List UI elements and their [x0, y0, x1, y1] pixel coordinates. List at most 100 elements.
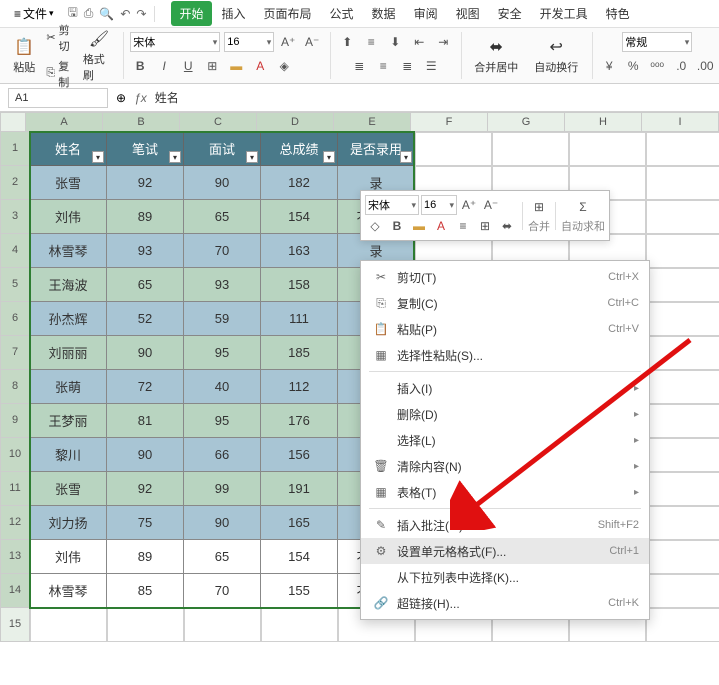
percent-icon[interactable]: %	[623, 56, 643, 76]
context-menu-item[interactable]: 删除(D)▸	[361, 401, 649, 427]
table-cell[interactable]: 张萌	[30, 370, 107, 404]
merge-button[interactable]: ⬌ 合并居中	[468, 37, 524, 75]
copy-button[interactable]: ⎘复制	[44, 57, 78, 91]
col-header[interactable]: C	[180, 112, 257, 132]
style-button[interactable]: ◈	[274, 56, 294, 76]
clear-icon[interactable]: ◇	[365, 216, 385, 236]
filter-dropdown-icon[interactable]: ▾	[323, 151, 335, 163]
empty-cell[interactable]	[646, 234, 719, 268]
empty-cell[interactable]	[569, 132, 646, 166]
shrink-font-icon[interactable]: A⁻	[302, 32, 322, 52]
mini-size-combo[interactable]: 16▾	[421, 195, 457, 215]
zoom-icon[interactable]: ⊕	[116, 91, 126, 105]
tab-layout[interactable]: 页面布局	[256, 1, 320, 26]
align-top-icon[interactable]: ⬆	[337, 32, 357, 52]
table-cell[interactable]: 52	[107, 302, 184, 336]
row-header[interactable]: 11	[0, 472, 30, 506]
context-menu-item[interactable]: ⚙设置单元格格式(F)...Ctrl+1	[361, 538, 649, 564]
empty-cell[interactable]	[646, 132, 719, 166]
border-button[interactable]: ⊞	[202, 56, 222, 76]
empty-cell[interactable]	[646, 506, 719, 540]
table-cell[interactable]: 154	[261, 540, 338, 574]
merge-cells-icon[interactable]: ⊞	[529, 197, 549, 217]
col-header[interactable]: A	[26, 112, 103, 132]
row-header[interactable]: 3	[0, 200, 30, 234]
context-menu-item[interactable]: ✂剪切(T)Ctrl+X	[361, 264, 649, 290]
grow-font-icon[interactable]: A⁺	[278, 32, 298, 52]
col-header[interactable]: D	[257, 112, 334, 132]
table-header-cell[interactable]: 面试▾	[184, 132, 261, 166]
table-cell[interactable]: 刘丽丽	[30, 336, 107, 370]
table-cell[interactable]: 90	[107, 438, 184, 472]
context-menu-item[interactable]: 📋粘贴(P)Ctrl+V	[361, 316, 649, 342]
format-painter-button[interactable]: 🖌 格式刷	[83, 29, 115, 83]
empty-cell[interactable]	[415, 132, 492, 166]
empty-cell[interactable]	[646, 472, 719, 506]
table-cell[interactable]: 95	[184, 404, 261, 438]
context-menu-item[interactable]: 插入(I)▸	[361, 375, 649, 401]
row-header[interactable]: 10	[0, 438, 30, 472]
empty-cell[interactable]	[646, 540, 719, 574]
table-cell[interactable]: 林雪琴	[30, 574, 107, 608]
col-header[interactable]: H	[565, 112, 642, 132]
empty-cell[interactable]	[492, 132, 569, 166]
mini-font-combo[interactable]: 宋体▾	[365, 195, 419, 215]
empty-cell[interactable]	[646, 574, 719, 608]
table-cell[interactable]: 刘力扬	[30, 506, 107, 540]
context-menu-item[interactable]: ✎插入批注(M)...Shift+F2	[361, 512, 649, 538]
table-header-cell[interactable]: 是否录用▾	[338, 132, 415, 166]
table-cell[interactable]: 185	[261, 336, 338, 370]
table-cell[interactable]: 王海波	[30, 268, 107, 302]
table-cell[interactable]: 85	[107, 574, 184, 608]
row-header[interactable]: 7	[0, 336, 30, 370]
cut-button[interactable]: ✂剪切	[44, 21, 78, 55]
border-button[interactable]: ⊞	[475, 216, 495, 236]
table-cell[interactable]: 163	[261, 234, 338, 268]
tab-features[interactable]: 特色	[598, 1, 638, 26]
merge-icon[interactable]: ⬌	[497, 216, 517, 236]
empty-cell[interactable]	[646, 370, 719, 404]
table-cell[interactable]: 孙杰辉	[30, 302, 107, 336]
align-right-icon[interactable]: ≣	[397, 56, 417, 76]
name-box[interactable]: A1	[8, 88, 108, 108]
undo-icon[interactable]: ↶	[120, 7, 130, 21]
font-combo[interactable]: 宋体▾	[130, 32, 220, 52]
context-menu-item[interactable]: ▦表格(T)▸	[361, 479, 649, 505]
paste-button[interactable]: 📋 粘贴	[8, 37, 40, 75]
table-cell[interactable]: 158	[261, 268, 338, 302]
row-header[interactable]: 6	[0, 302, 30, 336]
align-justify-icon[interactable]: ☰	[421, 56, 441, 76]
font-color-button[interactable]: A	[250, 56, 270, 76]
empty-cell[interactable]	[646, 166, 719, 200]
grow-font-icon[interactable]: A⁺	[459, 195, 479, 215]
table-cell[interactable]: 165	[261, 506, 338, 540]
tab-view[interactable]: 视图	[448, 1, 488, 26]
table-cell[interactable]: 176	[261, 404, 338, 438]
empty-cell[interactable]	[646, 302, 719, 336]
table-cell[interactable]: 40	[184, 370, 261, 404]
table-cell[interactable]: 刘伟	[30, 200, 107, 234]
context-menu-item[interactable]: 从下拉列表中选择(K)...	[361, 564, 649, 590]
align-center-icon[interactable]: ≡	[373, 56, 393, 76]
fill-color-button[interactable]: ▬	[226, 56, 246, 76]
col-header[interactable]: F	[411, 112, 488, 132]
table-cell[interactable]: 65	[184, 540, 261, 574]
table-cell[interactable]: 刘伟	[30, 540, 107, 574]
table-cell[interactable]: 89	[107, 540, 184, 574]
row-header[interactable]: 8	[0, 370, 30, 404]
table-cell[interactable]: 156	[261, 438, 338, 472]
number-format-combo[interactable]: 常规▾	[622, 32, 692, 52]
decimal-dec-icon[interactable]: .00	[695, 56, 715, 76]
fx-icon[interactable]: ƒx	[134, 91, 147, 105]
tab-insert[interactable]: 插入	[214, 1, 254, 26]
row-header[interactable]: 4	[0, 234, 30, 268]
empty-cell[interactable]	[646, 438, 719, 472]
table-header-cell[interactable]: 笔试▾	[107, 132, 184, 166]
table-cell[interactable]: 90	[107, 336, 184, 370]
underline-button[interactable]: U	[178, 56, 198, 76]
table-cell[interactable]: 70	[184, 574, 261, 608]
row-header[interactable]: 14	[0, 574, 30, 608]
empty-cell[interactable]	[107, 608, 184, 642]
table-cell[interactable]: 92	[107, 166, 184, 200]
table-cell[interactable]: 66	[184, 438, 261, 472]
